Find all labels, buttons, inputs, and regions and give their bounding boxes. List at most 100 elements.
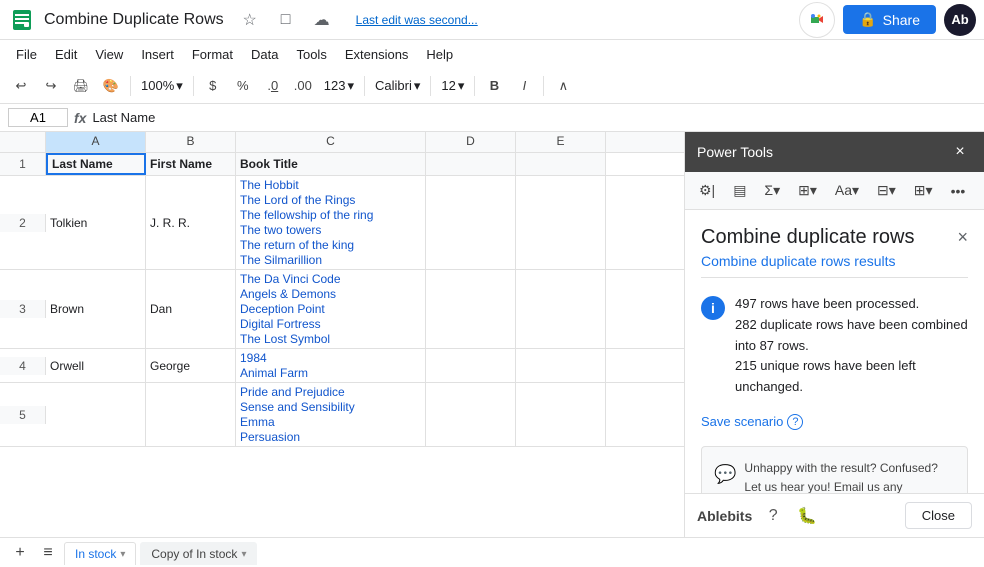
menu-file[interactable]: File — [8, 44, 45, 65]
book-link[interactable]: The Silmarillion — [240, 253, 373, 267]
panel-tool-7[interactable]: ⊞▾ — [908, 178, 939, 203]
cell-a5[interactable] — [46, 383, 146, 446]
debug-icon[interactable]: 🐛 — [794, 503, 820, 529]
cell-e5[interactable] — [516, 383, 606, 446]
book-link[interactable]: The Hobbit — [240, 178, 373, 192]
cell-d1[interactable] — [426, 153, 516, 175]
cell-c5[interactable]: Pride and Prejudice Sense and Sensibilit… — [236, 383, 426, 446]
menu-extensions[interactable]: Extensions — [337, 44, 417, 65]
tab-dropdown-arrow[interactable]: ▾ — [120, 549, 125, 560]
format-dropdown[interactable]: 123 ▾ — [320, 76, 358, 96]
font-dropdown[interactable]: Calibri ▾ — [371, 76, 424, 96]
cell-b4[interactable]: George — [146, 349, 236, 382]
help-button[interactable]: ? — [760, 503, 786, 529]
book-link[interactable]: Persuasion — [240, 430, 355, 444]
book-link[interactable]: Deception Point — [240, 302, 341, 316]
add-sheet-button[interactable]: + — [8, 541, 32, 565]
formula-input[interactable] — [92, 110, 976, 125]
currency-button[interactable]: $ — [200, 73, 226, 99]
collapse-toolbar-button[interactable]: ∧ — [550, 73, 576, 99]
cell-c2[interactable]: The Hobbit The Lord of the Rings The fel… — [236, 176, 426, 269]
book-link[interactable]: Emma — [240, 415, 355, 429]
sheet-tab-in-stock[interactable]: In stock ▾ — [64, 542, 136, 565]
panel-close-button[interactable]: × — [948, 140, 972, 164]
book-link[interactable]: Animal Farm — [240, 366, 308, 380]
meet-button[interactable] — [799, 2, 835, 38]
tab-dropdown-arrow-copy[interactable]: ▾ — [241, 549, 246, 560]
book-link[interactable]: Digital Fortress — [240, 317, 341, 331]
panel-tool-5[interactable]: Aa▾ — [829, 178, 865, 203]
cell-e3[interactable] — [516, 270, 606, 348]
decimal-less-button[interactable]: .0 — [260, 73, 286, 99]
dialog-close-button[interactable]: × — [957, 227, 968, 248]
panel-tool-4[interactable]: ⊞▾ — [792, 178, 823, 203]
cell-b1[interactable]: First Name — [146, 153, 236, 175]
save-scenario-link[interactable]: Save scenario ? — [701, 414, 968, 430]
bold-button[interactable]: B — [481, 73, 507, 99]
panel-tool-8[interactable]: ••• — [945, 179, 972, 203]
cell-c4[interactable]: 1984 Animal Farm — [236, 349, 426, 382]
book-link[interactable]: The fellowship of the ring — [240, 208, 373, 222]
sheet-list-button[interactable]: ≡ — [36, 541, 60, 565]
menu-tools[interactable]: Tools — [288, 44, 334, 65]
percent-button[interactable]: % — [230, 73, 256, 99]
redo-button[interactable]: ↪ — [38, 73, 64, 99]
folder-icon[interactable]: □ — [272, 6, 300, 34]
menu-edit[interactable]: Edit — [47, 44, 85, 65]
book-link[interactable]: Angels & Demons — [240, 287, 341, 301]
share-button[interactable]: 🔒 Share — [843, 5, 936, 34]
book-link[interactable]: Pride and Prejudice — [240, 385, 355, 399]
cloud-icon[interactable]: ☁ — [308, 6, 336, 34]
close-button[interactable]: Close — [905, 502, 972, 529]
menu-view[interactable]: View — [87, 44, 131, 65]
cell-d2[interactable] — [426, 176, 516, 269]
book-link[interactable]: Sense and Sensibility — [240, 400, 355, 414]
book-link[interactable]: The two towers — [240, 223, 373, 237]
menu-help[interactable]: Help — [418, 44, 461, 65]
cell-e2[interactable] — [516, 176, 606, 269]
panel-tool-6[interactable]: ⊟▾ — [871, 178, 902, 203]
book-link[interactable]: The Lost Symbol — [240, 332, 341, 346]
col-header-b[interactable]: B — [146, 132, 236, 152]
col-header-e[interactable]: E — [516, 132, 606, 152]
panel-tool-2[interactable]: ▤ — [727, 178, 752, 203]
panel-tool-3[interactable]: Σ▾ — [758, 178, 786, 203]
cell-b2[interactable]: J. R. R. — [146, 176, 236, 269]
italic-button[interactable]: I — [511, 73, 537, 99]
menu-data[interactable]: Data — [243, 44, 286, 65]
cell-a3[interactable]: Brown — [46, 270, 146, 348]
decimal-more-button[interactable]: .00 — [290, 73, 316, 99]
cell-c1[interactable]: Book Title — [236, 153, 426, 175]
book-link[interactable]: The Lord of the Rings — [240, 193, 373, 207]
cell-e1[interactable] — [516, 153, 606, 175]
avatar[interactable]: Ab — [944, 4, 976, 36]
cell-a4[interactable]: Orwell — [46, 349, 146, 382]
cell-b3[interactable]: Dan — [146, 270, 236, 348]
book-link[interactable]: 1984 — [240, 351, 308, 365]
col-header-c[interactable]: C — [236, 132, 426, 152]
cell-a2[interactable]: Tolkien — [46, 176, 146, 269]
panel-subtitle[interactable]: Combine duplicate rows results — [701, 253, 968, 278]
star-icon[interactable]: ☆ — [236, 6, 264, 34]
undo-button[interactable]: ↩ — [8, 73, 34, 99]
print-button[interactable]: 🖨 — [68, 73, 94, 99]
book-link[interactable]: The Da Vinci Code — [240, 272, 341, 286]
zoom-dropdown[interactable]: 100% ▾ — [137, 76, 187, 96]
cell-d4[interactable] — [426, 349, 516, 382]
col-header-a[interactable]: A — [46, 132, 146, 152]
cell-reference[interactable] — [8, 108, 68, 127]
cell-e4[interactable] — [516, 349, 606, 382]
menu-insert[interactable]: Insert — [133, 44, 182, 65]
last-edit-link[interactable]: Last edit was second... — [356, 13, 478, 27]
cell-a1[interactable]: Last Name — [46, 153, 146, 175]
menu-format[interactable]: Format — [184, 44, 241, 65]
panel-tool-1[interactable]: ⚙| — [693, 178, 721, 203]
sheet-tab-copy[interactable]: Copy of In stock ▾ — [140, 542, 257, 565]
cell-c3[interactable]: The Da Vinci Code Angels & Demons Decept… — [236, 270, 426, 348]
paint-format-button[interactable]: 🎨 — [98, 73, 124, 99]
cell-d5[interactable] — [426, 383, 516, 446]
font-size-dropdown[interactable]: 12 ▾ — [437, 76, 468, 96]
cell-d3[interactable] — [426, 270, 516, 348]
cell-b5[interactable] — [146, 383, 236, 446]
col-header-d[interactable]: D — [426, 132, 516, 152]
